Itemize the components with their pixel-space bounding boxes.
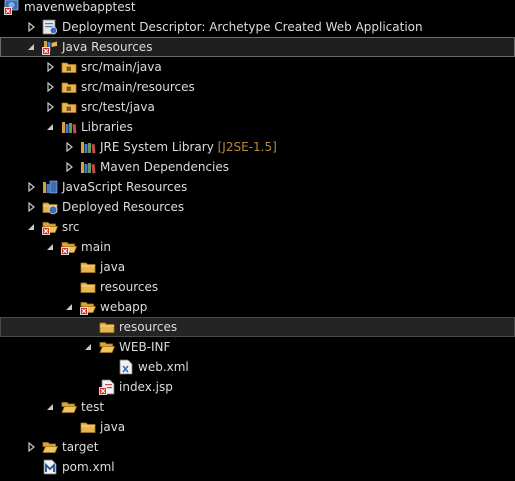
package-folder-icon (61, 59, 77, 75)
chevron-right-icon[interactable] (24, 437, 38, 457)
chevron-down-icon[interactable] (81, 337, 95, 357)
tree-item-src-test-java[interactable]: src/test/java (0, 97, 515, 117)
folder-icon (42, 439, 58, 455)
tree-item-label: src/main/java (81, 60, 162, 74)
folder-icon (80, 259, 96, 275)
tree-item-label: pom.xml (62, 460, 115, 474)
tree-item-web-inf[interactable]: WEB-INF (0, 337, 515, 357)
web-project-icon (4, 0, 20, 15)
tree-item-deployment-descriptor[interactable]: Deployment Descriptor: Archetype Created… (0, 17, 515, 37)
chevron-right-icon[interactable] (43, 77, 57, 97)
chevron-right-icon[interactable] (24, 197, 38, 217)
jsp-file-error-icon (99, 379, 115, 395)
tree-item-pom-xml[interactable]: pom.xml (0, 457, 515, 477)
tree-item-label: Libraries (81, 120, 133, 134)
folder-icon (80, 279, 96, 295)
tree-item-label: java (100, 260, 126, 274)
library-icon (80, 159, 96, 175)
package-folder-icon (61, 79, 77, 95)
tree-item-project[interactable]: mavenwebapptest (0, 0, 515, 17)
chevron-right-icon[interactable] (62, 157, 76, 177)
tree-item-label: test (81, 400, 105, 414)
tree-item-web-xml[interactable]: web.xml (0, 357, 515, 377)
tree-item-index-jsp[interactable]: index.jsp (0, 377, 515, 397)
tree-item-javascript-resources[interactable]: JavaScript Resources (0, 177, 515, 197)
chevron-down-icon[interactable] (43, 397, 57, 417)
libraries-icon (61, 119, 77, 135)
folder-icon (80, 419, 96, 435)
jre-version-decoration: [J2SE-1.5] (217, 140, 277, 154)
tree-item-label: src/main/resources (81, 80, 195, 94)
folder-error-icon (80, 299, 96, 315)
tree-item-label: web.xml (138, 360, 189, 374)
tree-item-label: mavenwebapptest (24, 0, 136, 14)
folder-icon (61, 399, 77, 415)
xml-file-icon (118, 359, 134, 375)
folder-icon (99, 319, 115, 335)
tree-item-target[interactable]: target (0, 437, 515, 457)
tree-item-main-java[interactable]: java (0, 257, 515, 277)
tree-item-src-main-java[interactable]: src/main/java (0, 57, 515, 77)
tree-item-deployed-resources[interactable]: Deployed Resources (0, 197, 515, 217)
tree-item-src[interactable]: src (0, 217, 515, 237)
tree-item-label: main (81, 240, 111, 254)
tree-item-label: JavaScript Resources (62, 180, 188, 194)
tree-item-label: webapp (100, 300, 148, 314)
chevron-right-icon[interactable] (62, 137, 76, 157)
tree-item-test[interactable]: test (0, 397, 515, 417)
tree-item-java-resources[interactable]: Java Resources (0, 37, 515, 57)
tree-item-label: Java Resources (62, 40, 153, 54)
tree-item-label: JRE System Library (100, 140, 214, 154)
chevron-right-icon[interactable] (43, 57, 57, 77)
maven-pom-icon (42, 459, 58, 475)
tree-item-label: resources (119, 320, 178, 334)
package-folder-icon (61, 99, 77, 115)
tree-item-jre-system-library[interactable]: JRE System Library [J2SE-1.5] (0, 137, 515, 157)
deployment-descriptor-icon (42, 19, 58, 35)
project-explorer-tree: mavenwebapptest Deployment Descriptor: A… (0, 0, 515, 477)
chevron-down-icon[interactable] (24, 37, 38, 57)
folder-error-icon (42, 219, 58, 235)
tree-item-label: Maven Dependencies (100, 160, 230, 174)
tree-item-label: target (62, 440, 99, 454)
tree-item-label: java (100, 420, 126, 434)
chevron-down-icon[interactable] (43, 117, 57, 137)
tree-item-label: Deployed Resources (62, 200, 185, 214)
tree-item-maven-dependencies[interactable]: Maven Dependencies (0, 157, 515, 177)
tree-item-label: resources (100, 280, 159, 294)
chevron-right-icon[interactable] (43, 97, 57, 117)
chevron-down-icon[interactable] (62, 297, 76, 317)
tree-item-test-java[interactable]: java (0, 417, 515, 437)
tree-item-label: WEB-INF (119, 340, 171, 354)
library-icon (80, 139, 96, 155)
chevron-right-icon[interactable] (24, 17, 38, 37)
deployed-resources-icon (42, 199, 58, 215)
tree-item-main[interactable]: main (0, 237, 515, 257)
tree-item-label: src (62, 220, 80, 234)
chevron-right-icon[interactable] (24, 177, 38, 197)
folder-error-icon (61, 239, 77, 255)
chevron-down-icon[interactable] (43, 237, 57, 257)
folder-icon (99, 339, 115, 355)
tree-item-label: src/test/java (81, 100, 155, 114)
tree-item-webapp-resources[interactable]: resources (0, 317, 515, 337)
tree-item-label: Deployment Descriptor: Archetype Created… (62, 20, 423, 34)
chevron-down-icon[interactable] (24, 217, 38, 237)
tree-item-src-main-resources[interactable]: src/main/resources (0, 77, 515, 97)
tree-item-label: index.jsp (119, 380, 173, 394)
tree-item-webapp[interactable]: webapp (0, 297, 515, 317)
tree-item-libraries[interactable]: Libraries (0, 117, 515, 137)
java-resources-icon (42, 39, 58, 55)
javascript-resources-icon (42, 179, 58, 195)
tree-item-main-resources[interactable]: resources (0, 277, 515, 297)
